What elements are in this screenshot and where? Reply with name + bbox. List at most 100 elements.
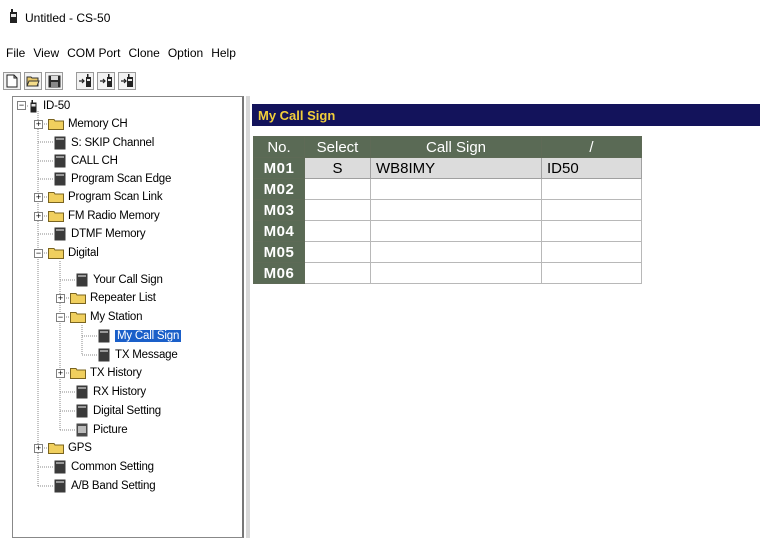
tree-item-ab-band-setting[interactable]: A/B Band Setting — [54, 477, 156, 495]
folder-icon — [48, 192, 64, 203]
call-sign-cell[interactable] — [370, 199, 542, 221]
select-cell[interactable] — [304, 178, 371, 200]
suffix-cell[interactable] — [541, 262, 642, 284]
grid-header-row: No. Select Call Sign / — [253, 136, 642, 158]
tree-item-tx-message[interactable]: TX Message — [98, 346, 178, 364]
radio-device-icon — [30, 99, 37, 112]
row-number[interactable]: M05 — [253, 241, 305, 263]
tree-item-digital-setting[interactable]: Digital Setting — [76, 402, 161, 420]
table-row: M03 — [253, 199, 642, 221]
select-cell[interactable] — [304, 241, 371, 263]
tree-item-memory-ch[interactable]: Memory CH — [48, 115, 128, 133]
menu-view[interactable]: View — [29, 46, 63, 66]
select-cell[interactable] — [304, 262, 371, 284]
tree-item-call-ch[interactable]: CALL CH — [54, 152, 118, 170]
tree-root-item[interactable]: ID-50 — [30, 97, 70, 115]
tree-collapse-my-station[interactable]: − — [56, 313, 65, 322]
row-number[interactable]: M03 — [253, 199, 305, 221]
menu-help[interactable]: Help — [207, 46, 240, 66]
tree-item-program-scan-link[interactable]: Program Scan Link — [48, 188, 163, 206]
call-sign-cell[interactable] — [370, 262, 542, 284]
tree-expand-tx-history[interactable]: + — [56, 369, 65, 378]
title-bar: Untitled - CS-50 — [0, 0, 760, 36]
write-to-radio-button[interactable] — [97, 72, 115, 90]
select-cell[interactable]: S — [304, 157, 371, 179]
tree-item-your-call-sign[interactable]: Your Call Sign — [76, 271, 163, 289]
picture-icon — [76, 423, 88, 437]
save-button[interactable] — [45, 72, 63, 90]
tree-item-repeater-list[interactable]: Repeater List — [70, 289, 156, 307]
select-cell[interactable] — [304, 199, 371, 221]
channel-list-icon — [76, 385, 88, 399]
row-number[interactable]: M01 — [253, 157, 305, 179]
call-sign-cell[interactable] — [370, 220, 542, 242]
menu-clone[interactable]: Clone — [124, 46, 163, 66]
call-sign-cell[interactable]: WB8IMY — [370, 157, 542, 179]
selected-tree-label: My Call Sign — [115, 330, 182, 342]
row-number[interactable]: M06 — [253, 262, 305, 284]
row-number[interactable]: M02 — [253, 178, 305, 200]
new-file-button[interactable] — [3, 72, 21, 90]
menu-option[interactable]: Option — [164, 46, 207, 66]
menu-com-port[interactable]: COM Port — [63, 46, 124, 66]
menu-bar: File View COM Port Clone Option Help — [0, 46, 240, 66]
column-header-select[interactable]: Select — [304, 136, 371, 158]
tree-expand-memory-ch[interactable]: + — [34, 120, 43, 129]
read-from-radio-button[interactable] — [76, 72, 94, 90]
folder-icon — [70, 368, 86, 379]
suffix-cell[interactable] — [541, 199, 642, 221]
column-header-no[interactable]: No. — [253, 136, 305, 158]
tree-item-digital[interactable]: Digital — [48, 244, 99, 262]
write-radio-alt-icon — [121, 74, 133, 87]
call-sign-cell[interactable] — [370, 178, 542, 200]
suffix-cell[interactable] — [541, 220, 642, 242]
tree-expand-program-scan-link[interactable]: + — [34, 193, 43, 202]
row-number[interactable]: M04 — [253, 220, 305, 242]
folder-open-icon — [70, 312, 86, 323]
column-header-suffix[interactable]: / — [541, 136, 642, 158]
tree-expand-gps[interactable]: + — [34, 444, 43, 453]
tree-item-gps[interactable]: GPS — [48, 439, 92, 457]
app-radio-icon — [10, 9, 17, 23]
channel-list-icon — [54, 227, 66, 241]
menu-file[interactable]: File — [0, 46, 29, 66]
window-title: Untitled - CS-50 — [25, 11, 111, 25]
tree-item-my-station[interactable]: My Station — [70, 308, 143, 326]
tree-item-common-setting[interactable]: Common Setting — [54, 458, 154, 476]
content-header-title: My Call Sign — [258, 107, 336, 123]
tree-item-my-call-sign[interactable]: My Call Sign — [98, 327, 182, 345]
tree-root-label: ID-50 — [43, 100, 71, 112]
tree-collapse-digital[interactable]: − — [34, 249, 43, 258]
write-radio-icon — [100, 74, 112, 87]
tree-item-skip-channel[interactable]: S: SKIP Channel — [54, 134, 154, 152]
tree-item-tx-history[interactable]: TX History — [70, 364, 142, 382]
column-header-call-sign[interactable]: Call Sign — [370, 136, 542, 158]
suffix-cell[interactable] — [541, 178, 642, 200]
tree-item-dtmf-memory[interactable]: DTMF Memory — [54, 225, 146, 243]
tree-root-collapse-toggle[interactable]: − — [17, 101, 26, 110]
select-cell[interactable] — [304, 220, 371, 242]
write-to-radio-alt-button[interactable] — [118, 72, 136, 90]
channel-list-icon — [98, 329, 110, 343]
channel-list-icon — [76, 273, 88, 287]
tree-expand-repeater-list[interactable]: + — [56, 294, 65, 303]
folder-icon — [70, 293, 86, 304]
call-sign-cell[interactable] — [370, 241, 542, 263]
open-file-button[interactable] — [24, 72, 42, 90]
suffix-cell[interactable]: ID50 — [541, 157, 642, 179]
folder-open-icon — [48, 248, 64, 259]
tree-item-fm-radio-memory[interactable]: FM Radio Memory — [48, 207, 160, 225]
save-icon — [48, 75, 60, 87]
folder-icon — [48, 119, 64, 130]
pane-splitter[interactable] — [246, 96, 250, 538]
table-row: M06 — [253, 262, 642, 284]
tree-item-rx-history[interactable]: RX History — [76, 383, 146, 401]
tree-expand-fm-radio-memory[interactable]: + — [34, 212, 43, 221]
new-file-icon — [6, 74, 18, 88]
content-header: My Call Sign — [252, 104, 760, 126]
suffix-cell[interactable] — [541, 241, 642, 263]
tree-item-program-scan-edge[interactable]: Program Scan Edge — [54, 170, 171, 188]
channel-list-icon — [76, 404, 88, 418]
tree-item-picture[interactable]: Picture — [76, 421, 128, 439]
channel-list-icon — [54, 136, 66, 150]
